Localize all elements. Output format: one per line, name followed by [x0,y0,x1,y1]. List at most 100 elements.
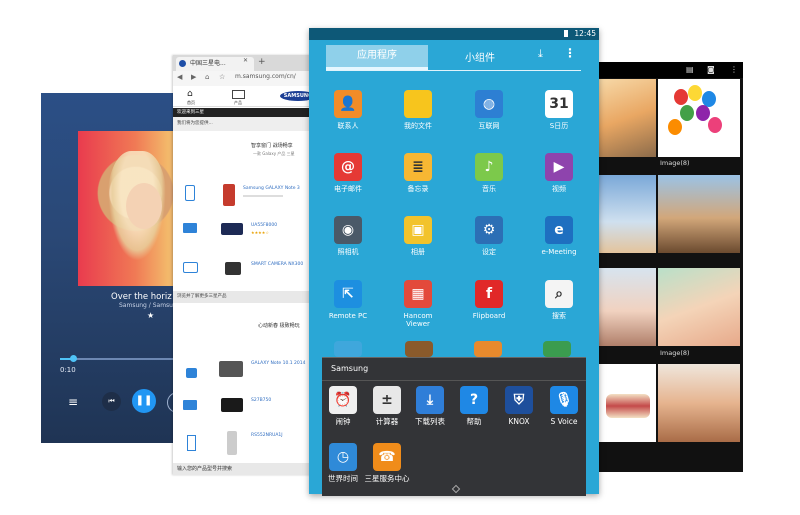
gallery-thumbnail-8[interactable] [658,364,740,442]
hidden-app-icon-3[interactable] [474,341,502,357]
product-name-5[interactable]: S27B750 [251,398,271,403]
gallery-thumbnail-1[interactable] [598,79,656,157]
product-image-2[interactable] [221,223,243,235]
balloon-pink [708,117,722,133]
app-gallery[interactable]: ▣ 相册 [383,216,453,256]
gallery-thumbnail-7[interactable] [598,364,656,442]
seek-knob[interactable] [70,355,77,362]
phone-category-icon[interactable] [185,185,195,201]
home-icon[interactable]: ⌂ [205,73,209,81]
app-calendar[interactable]: 31 S日历 [524,90,594,130]
app-hancom[interactable]: ▦ Hancom Viewer [383,280,453,328]
app-music[interactable]: ♪ 音乐 [454,153,524,193]
hidden-app-icon-4[interactable] [543,341,571,357]
app-camera[interactable]: ◉ 照相机 [313,216,383,256]
folder-icon [404,90,432,118]
gallery-action-bar [598,62,743,78]
more-products-bar[interactable]: 浏览并了解更多三星产品 [173,291,317,303]
close-tab-icon[interactable]: ✕ [243,57,248,64]
app-label: S日历 [549,122,569,130]
header-notice: 我们将为您提供... [173,117,317,131]
new-tab-icon[interactable]: + [258,57,266,67]
camera-icon: ◉ [334,216,362,244]
hidden-app-icon-1[interactable] [334,341,362,357]
gallery-thumbnail-5[interactable] [598,268,656,346]
app-search[interactable]: ⌕ 搜索 [524,280,594,320]
download-icon[interactable]: ⤓ [538,47,543,61]
slideshow-icon[interactable]: ▤ [686,65,694,74]
app-folder[interactable]: 我的文件 [383,90,453,130]
status-clock: 12:45 [574,29,596,38]
playlist-icon[interactable]: ≡ [68,395,78,409]
app-label: 互联网 [478,122,500,130]
emeeting-icon: e [545,216,573,244]
tablet-category-icon[interactable] [186,368,197,378]
tab-apps[interactable]: 应用程序 [326,45,428,70]
gallery-thumbnail-6[interactable] [658,268,740,346]
gallery-icon: ▣ [404,216,432,244]
product-image-6[interactable] [227,431,237,455]
app-label: Hancom Viewer [403,312,433,328]
app-label: Flipboard [472,312,506,320]
app-email[interactable]: @ 电子邮件 [313,153,383,193]
product-name-3[interactable]: SMART CAMERA NX300 [251,262,303,267]
product-image-5[interactable] [221,398,243,412]
tv-category-icon[interactable] [183,223,197,233]
back-icon[interactable]: ◀ [177,73,182,81]
product-name-1[interactable]: Samsung GALAXY Note 3 [243,186,300,191]
app-label: 搜索 [552,312,566,320]
app-label: 音乐 [482,185,496,193]
product-image-1[interactable] [223,184,235,206]
app-label: 设定 [482,248,496,256]
tab-widgets[interactable]: 小组件 [465,49,495,64]
nav-home-label[interactable]: 首页 [187,100,195,106]
forward-icon[interactable]: ▶ [191,73,196,81]
app-label: S Voice [550,417,578,426]
email-icon: @ [334,153,362,181]
app-globe[interactable]: ◍ 互联网 [454,90,524,130]
album-caption-2: Image(8) [660,349,690,357]
product-image-4[interactable] [219,361,243,377]
app-label: 三星服务中心 [364,474,410,483]
samsung-folder-popup: Samsung ⏰ 闹钟 ± 计算器 ⤓ 下载列表? 帮助 ⛨ KNOX 🎙 S Voice ◷ 世界时… [322,357,586,496]
app-emeeting[interactable]: e e-Meeting [524,216,594,256]
product-image-3[interactable] [225,262,241,275]
page-indicator-icon [451,484,461,494]
settings-icon: ⚙ [475,216,503,244]
app-memo[interactable]: ≣ 备忘录 [383,153,453,193]
app-video[interactable]: ▶ 视频 [524,153,594,193]
site-home-icon[interactable]: ⌂ [187,89,193,99]
product-name-6[interactable]: RS552NRUA1J [251,433,283,438]
site-product-icon[interactable] [232,90,245,99]
app-remote-pc[interactable]: ⇱ Remote PC [313,280,383,320]
battery-icon [564,30,568,37]
app-voice[interactable]: 🎙 S Voice [529,386,599,426]
product-name-2[interactable]: UA55F8000 [251,223,277,228]
app-settings[interactable]: ⚙ 设定 [454,216,524,256]
hidden-app-icon-2[interactable] [405,341,433,357]
product-search-bar[interactable]: 输入您的产品型号并搜索 [173,463,317,475]
gallery-thumbnail-2[interactable] [658,79,740,157]
app-label: 我的文件 [404,122,432,130]
monitor-category-icon[interactable] [183,400,197,410]
app-flipboard[interactable]: f Flipboard [454,280,524,320]
app-service-center[interactable]: ☎ 三星服务中心 [352,443,422,483]
nav-product-label[interactable]: 产品 [234,100,242,106]
url-field[interactable]: m.samsung.com/cn/ [235,73,296,80]
fridge-category-icon[interactable] [187,435,196,451]
camera-icon[interactable]: ◙ [707,65,715,74]
search-icon: ⌕ [545,280,573,308]
star-icon[interactable]: ★ [147,311,154,320]
product-name-4[interactable]: GALAXY Note 10.1 2014 [251,361,306,366]
more-options-icon[interactable]: ⋮ [564,46,576,60]
app-contacts[interactable]: 👤 联系人 [313,90,383,130]
gallery-thumbnail-4[interactable] [658,175,740,253]
pause-icon[interactable]: ❚❚ [132,389,156,413]
more-icon[interactable]: ⋮ [730,65,738,74]
service-center-icon: ☎ [373,443,401,471]
gallery-thumbnail-3[interactable] [598,175,656,253]
camera-category-icon[interactable] [183,262,198,273]
cake-image [606,394,650,418]
previous-icon[interactable]: ⏮ [102,392,121,411]
bookmark-icon[interactable]: ☆ [219,73,225,81]
